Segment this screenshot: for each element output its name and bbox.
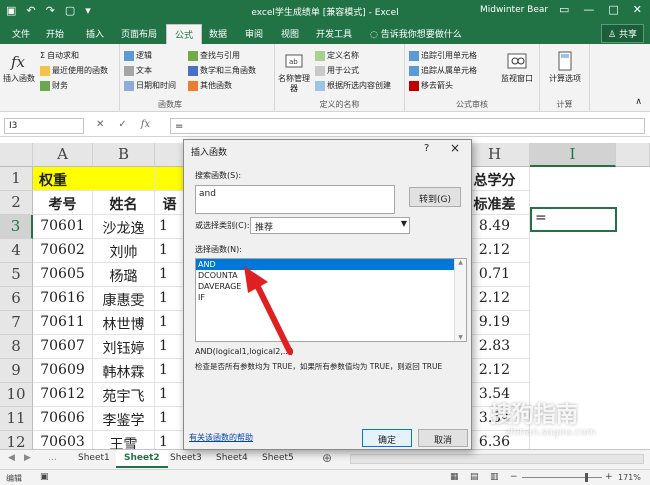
arrow-shaft (253, 280, 293, 355)
red-arrow-annotation (244, 266, 293, 355)
